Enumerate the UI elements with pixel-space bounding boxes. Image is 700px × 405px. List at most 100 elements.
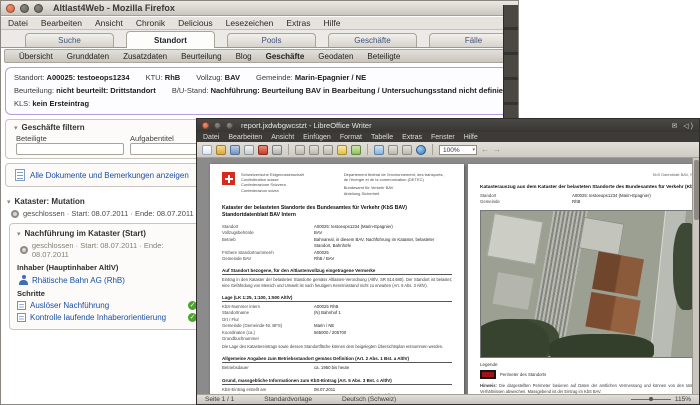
- status-language[interactable]: Deutsch (Schweiz): [342, 396, 396, 403]
- subnav-beurteilung[interactable]: Beurteilung: [181, 52, 221, 61]
- photo-building-roof: [578, 216, 625, 256]
- step-row: Kontrolle laufende Inhaberorientierung: [17, 313, 197, 322]
- report-title: Kataster der belasteten Standorte des Bu…: [222, 204, 407, 218]
- tab-geschaefte[interactable]: Geschäfte: [328, 33, 417, 47]
- all-documents-link[interactable]: Alle Dokumente und Bemerkungen anzeigen: [30, 171, 189, 180]
- menu-datei[interactable]: Datei: [203, 134, 219, 141]
- department-lines: Département fédéral de l'environnement, …: [343, 172, 444, 196]
- minimize-icon[interactable]: [214, 122, 221, 129]
- menu-hilfe[interactable]: Hilfe: [323, 18, 340, 28]
- print-icon[interactable]: [272, 144, 282, 155]
- writer-scrollbar[interactable]: [692, 158, 699, 396]
- redo-icon[interactable]: [351, 144, 361, 155]
- section-paragraph: Eintrag in den Kataster der belasteten S…: [222, 277, 452, 289]
- subnav-zusatzdaten[interactable]: Zusatzdaten: [123, 52, 167, 61]
- subnav-beteiligte[interactable]: Beteiligte: [367, 52, 400, 61]
- kataster-status: geschlossen · Start: 08.07.2011 · Ende: …: [23, 209, 194, 218]
- subnav-geschaefte[interactable]: Geschäfte: [266, 52, 305, 61]
- tray-icons[interactable]: ✉ ◁): [671, 122, 695, 130]
- undo-icon[interactable]: [337, 144, 347, 155]
- copy-icon[interactable]: [309, 144, 319, 155]
- section-heading: Lage (LK 1:25, 1:100, 1:500 AltlV): [222, 295, 452, 302]
- find-replace-icon[interactable]: [374, 144, 384, 155]
- letterhead: Schweizerische Eidgenossenschaft Confédér…: [222, 172, 452, 196]
- save-icon[interactable]: [230, 144, 240, 155]
- section-paragraph: Die Lage des Katastereintrags sowie dess…: [222, 344, 444, 350]
- status-icon: [20, 246, 28, 254]
- forward-arrow-icon[interactable]: →: [493, 145, 501, 154]
- menu-tabelle[interactable]: Tabelle: [371, 134, 393, 141]
- menu-lesezeichen[interactable]: Lesezeichen: [226, 18, 274, 28]
- maximize-icon[interactable]: [34, 3, 43, 13]
- close-icon[interactable]: [202, 122, 209, 129]
- subnav-uebersicht[interactable]: Übersicht: [19, 52, 53, 61]
- photo-trees: [549, 333, 655, 357]
- subnav-geodaten[interactable]: Geodaten: [318, 52, 353, 61]
- menu-bearbeiten[interactable]: Bearbeiten: [41, 18, 82, 28]
- paste-icon[interactable]: [323, 144, 333, 155]
- menu-bearbeiten[interactable]: Bearbeiten: [228, 134, 262, 141]
- menu-hilfe[interactable]: Hilfe: [464, 134, 478, 141]
- open-icon[interactable]: [216, 144, 226, 155]
- export-pdf-icon[interactable]: [258, 144, 268, 155]
- subnav-grunddaten[interactable]: Grunddaten: [67, 52, 109, 61]
- toolbar-separator: [367, 144, 368, 155]
- navigator-icon[interactable]: [388, 144, 398, 155]
- step-row: Auslöser Nachführung: [17, 301, 197, 310]
- zoom-control[interactable]: 115%: [630, 396, 691, 403]
- menu-ansicht[interactable]: Ansicht: [271, 134, 294, 141]
- hinweis-text: Die dargestellten Perimeter basieren auf…: [480, 382, 699, 394]
- legend-row: Legende 1:2500: [480, 362, 699, 367]
- menu-extras[interactable]: Extras: [286, 18, 310, 28]
- hyperlink-icon[interactable]: [416, 144, 426, 155]
- nachfuehrung-title[interactable]: Nachführung im Kataster (Start): [17, 229, 197, 238]
- inhaber-link[interactable]: Rhätische Bahn AG (RhB): [32, 276, 125, 285]
- page-2: KbS Datenblatt BAV, Nr. A00025 Katastera…: [468, 164, 699, 396]
- minimize-icon[interactable]: [20, 3, 29, 13]
- field-row: Betriebsdauer ca. 1950 bis heute: [222, 365, 350, 371]
- status-page[interactable]: Seite 1 / 1: [205, 396, 234, 403]
- menu-chronik[interactable]: Chronik: [136, 18, 165, 28]
- menu-format[interactable]: Format: [340, 134, 362, 141]
- menu-datei[interactable]: Datei: [8, 18, 28, 28]
- tab-standort[interactable]: Standort: [126, 31, 215, 48]
- scrollbar-thumb[interactable]: [694, 160, 699, 220]
- nachfuehrung-box: Nachführung im Kataster (Start) geschlos…: [9, 223, 205, 330]
- menu-fenster[interactable]: Fenster: [431, 134, 455, 141]
- writer-titlebar[interactable]: report.jxdwbgwcstzt - LibreOffice Writer…: [197, 119, 699, 132]
- firefox-titlebar[interactable]: Altlast4Web - Mozilla Firefox: [1, 1, 518, 16]
- person-icon: [19, 275, 28, 285]
- confederation-lines: Schweizerische Eidgenossenschaft Confédér…: [241, 172, 304, 193]
- close-icon[interactable]: [6, 3, 15, 13]
- gallery-icon[interactable]: [402, 144, 412, 155]
- zoom-select[interactable]: 100%: [439, 144, 477, 155]
- swiss-cross-logo: [222, 172, 235, 185]
- status-style[interactable]: Standardvorlage: [264, 396, 312, 403]
- subnav-blog[interactable]: Blog: [236, 52, 252, 61]
- cut-icon[interactable]: [295, 144, 305, 155]
- menu-delicious[interactable]: Delicious: [178, 18, 213, 28]
- tab-pools[interactable]: Pools: [227, 33, 316, 47]
- menu-ansicht[interactable]: Ansicht: [95, 18, 123, 28]
- step-link-ausloeser[interactable]: Auslöser Nachführung: [30, 301, 184, 310]
- standort-info-box: Standort: A00025: testoeops1234 KTU: RhB…: [5, 67, 509, 115]
- tab-suche[interactable]: Suche: [25, 33, 114, 47]
- zoom-slider[interactable]: [630, 397, 671, 401]
- kataster-title[interactable]: Kataster: Mutation: [7, 197, 207, 206]
- email-icon[interactable]: [244, 144, 254, 155]
- inhaber-label: Inhaber (Hauptinhaber AltlV): [17, 263, 119, 272]
- maximize-icon[interactable]: [226, 122, 233, 129]
- photo-building-roof: [486, 212, 544, 265]
- info-line-3: KLS: kein Ersteintrag: [14, 99, 90, 108]
- menu-extras[interactable]: Extras: [402, 134, 422, 141]
- beteiligte-input[interactable]: [16, 143, 124, 155]
- section-heading: Allgemeine Angaben zum Betriebsstandort …: [222, 356, 452, 364]
- legend-item-label: Perimeter des Standorts: [500, 371, 547, 377]
- new-document-icon[interactable]: [202, 144, 212, 155]
- field-row: Grundbuchnummer: [222, 336, 260, 342]
- back-arrow-icon[interactable]: ←: [481, 145, 489, 154]
- menu-einfuegen[interactable]: Einfügen: [303, 134, 331, 141]
- step-link-kontrolle[interactable]: Kontrolle laufende Inhaberorientierung: [30, 313, 184, 322]
- writer-toolbar: 100% ← →: [197, 142, 699, 158]
- legend-item: Perimeter des Standorts: [480, 369, 699, 379]
